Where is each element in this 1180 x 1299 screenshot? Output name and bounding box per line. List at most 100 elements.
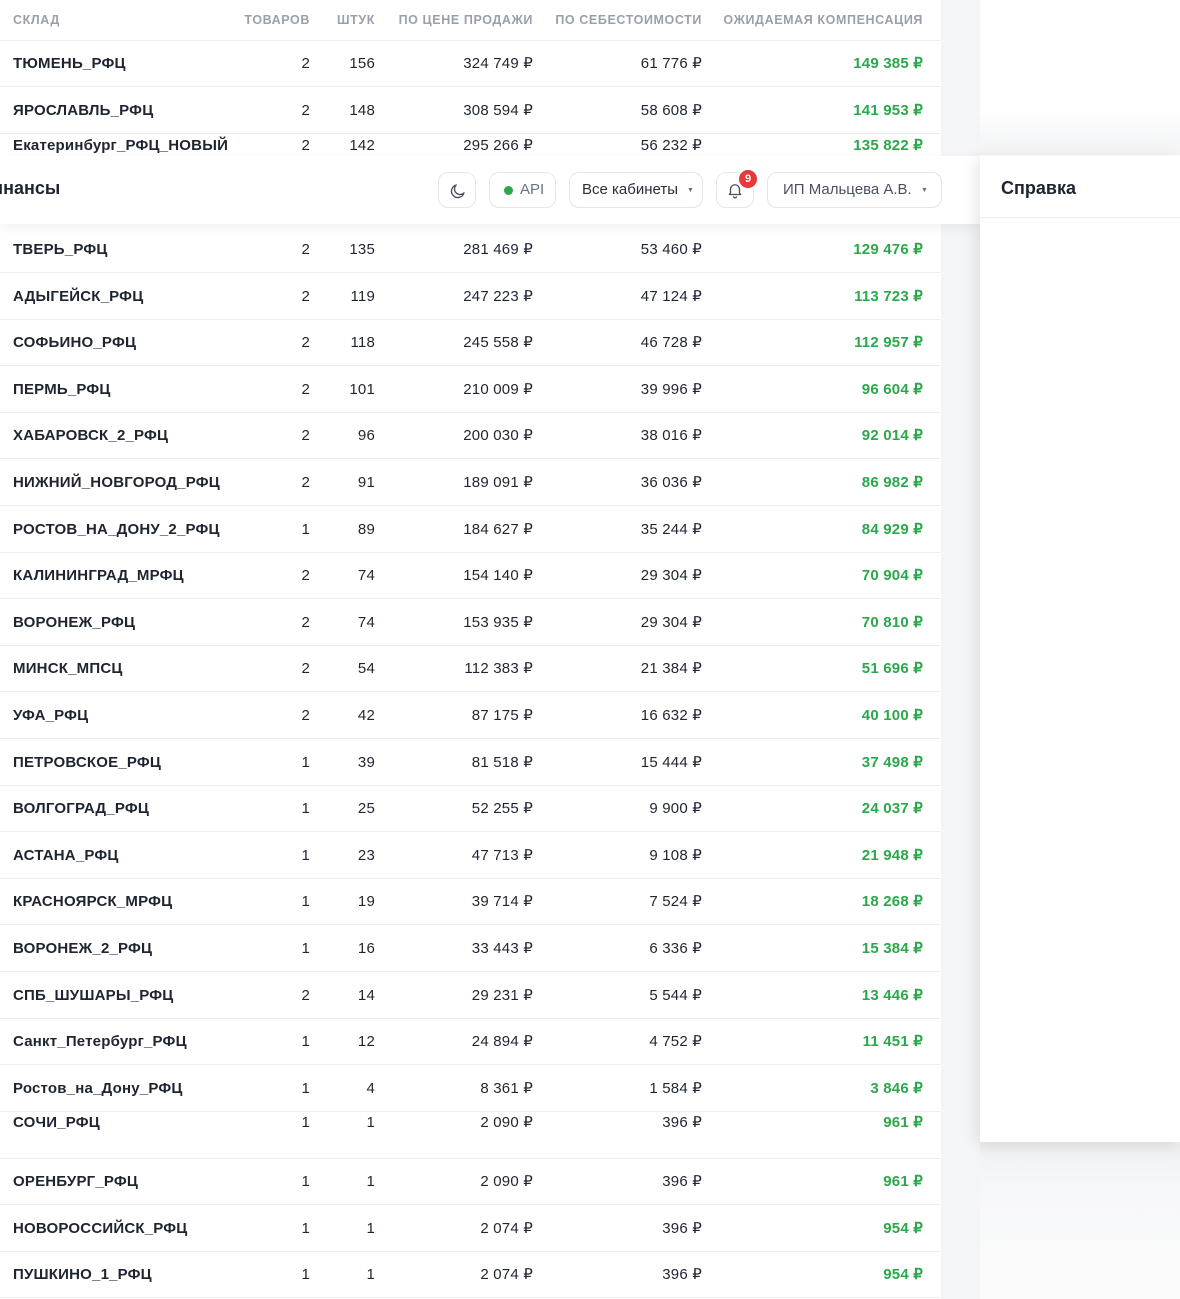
sale-price-total: 324 749 ₽ <box>463 55 533 72</box>
sale-price-total: 39 714 ₽ <box>471 893 533 911</box>
expected-compensation: 92 014 ₽ <box>861 427 923 445</box>
pieces-count: 23 <box>357 846 375 864</box>
table-row[interactable]: СОЧИ_РФЦ 1 1 2 090 ₽ 396 ₽ 961 ₽ <box>0 1112 941 1140</box>
user-menu-dropdown[interactable]: ИП Мальцева А.В. ▼ <box>767 172 942 208</box>
table-row[interactable]: Ростов_на_Дону_РФЦ 1 4 8 361 ₽ 1 584 ₽ 3 846 … <box>0 1066 941 1112</box>
table-row[interactable]: ТВЕРЬ_РФЦ 2 135 281 469 ₽ 53 460 ₽ 129 476 ₽ <box>0 227 941 273</box>
table-row[interactable]: СОФЬИНО_РФЦ 2 118 245 558 ₽ 46 728 ₽ 112 957 … <box>0 320 941 367</box>
expected-compensation: 84 929 ₽ <box>861 520 923 538</box>
sale-price-total: 2 074 ₽ <box>480 1219 533 1237</box>
pieces-count: 118 <box>350 334 375 352</box>
help-panel: Справка <box>980 156 1180 1142</box>
expected-compensation: 11 451 ₽ <box>862 1033 923 1051</box>
items-count: 2 <box>301 137 310 155</box>
table-row[interactable]: СПБ_ШУШАРЫ_РФЦ 2 14 29 231 ₽ 5 544 ₽ 13 446 ₽ <box>0 973 941 1019</box>
table-row[interactable]: ВОРОНЕЖ_2_РФЦ 1 16 33 443 ₽ 6 336 ₽ 15 384 ₽ <box>0 926 941 972</box>
pieces-count: 19 <box>357 893 375 911</box>
items-count: 1 <box>301 1033 310 1051</box>
table-row[interactable]: ЯРОСЛАВЛЬ_РФЦ 2 148 308 594 ₽ 58 608 ₽ 141 95… <box>0 88 941 134</box>
items-count: 2 <box>301 567 310 585</box>
items-count: 1 <box>301 1079 310 1097</box>
warehouse-name: АДЫГЕЙСК_РФЦ <box>13 287 144 305</box>
expected-compensation: 70 810 ₽ <box>861 613 923 631</box>
table-row[interactable]: КРАСНОЯРСК_МРФЦ 1 19 39 714 ₽ 7 524 ₽ 18 268 … <box>0 879 941 926</box>
table-row[interactable]: ПУШКИНО_1_РФЦ 1 1 2 074 ₽ 396 ₽ 954 ₽ <box>0 1252 941 1299</box>
table-row[interactable]: НОВОРОССИЙСК_РФЦ 1 1 2 074 ₽ 396 ₽ 954 ₽ <box>0 1206 941 1252</box>
cost-price-total: 35 244 ₽ <box>640 520 702 538</box>
table-row[interactable]: ВОРОНЕЖ_РФЦ 2 74 153 935 ₽ 29 304 ₽ 70 810 ₽ <box>0 600 941 646</box>
col-header-warehouse[interactable]: СКЛАД <box>13 0 60 40</box>
pieces-count: 39 <box>357 753 375 771</box>
pieces-count: 91 <box>357 474 375 491</box>
items-count: 1 <box>301 940 310 957</box>
expected-compensation: 141 953 ₽ <box>853 101 923 119</box>
api-status-button[interactable]: API <box>489 172 556 208</box>
items-count: 2 <box>301 986 310 1004</box>
col-header-items[interactable]: ТОВАРОВ <box>244 0 310 40</box>
sale-price-total: 281 469 ₽ <box>463 241 533 258</box>
sale-price-total: 200 030 ₽ <box>463 427 533 445</box>
table-row[interactable]: АСТАНА_РФЦ 1 23 47 713 ₽ 9 108 ₽ 21 948 ₽ <box>0 833 941 879</box>
table-row[interactable]: МИНСК_МПСЦ 2 54 112 383 ₽ 21 384 ₽ 51 696 ₽ <box>0 646 941 693</box>
cost-price-total: 9 108 ₽ <box>649 846 702 864</box>
cabinets-dropdown[interactable]: Все кабинеты ▼ <box>569 172 703 208</box>
col-header-compensation[interactable]: ОЖИДАЕМАЯ КОМПЕНСАЦИЯ <box>723 0 923 40</box>
expected-compensation: 18 268 ₽ <box>861 893 923 911</box>
sale-price-total: 247 223 ₽ <box>463 287 533 305</box>
table-row[interactable]: ОРЕНБУРГ_РФЦ 1 1 2 090 ₽ 396 ₽ 961 ₽ <box>0 1159 941 1205</box>
col-header-pieces[interactable]: ШТУК <box>337 0 375 40</box>
col-header-cost-price[interactable]: ПО СЕБЕСТОИМОСТИ <box>555 0 702 40</box>
warehouse-name: ЯРОСЛАВЛЬ_РФЦ <box>13 101 154 119</box>
theme-toggle-button[interactable] <box>438 172 476 208</box>
warehouse-name: ХАБАРОВСК_2_РФЦ <box>13 427 169 445</box>
sale-price-total: 81 518 ₽ <box>471 753 533 771</box>
table-row[interactable]: ХАБАРОВСК_2_РФЦ 2 96 200 030 ₽ 38 016 ₽ 92 01… <box>0 413 941 460</box>
warehouse-name: ВОРОНЕЖ_РФЦ <box>13 613 136 631</box>
cost-price-total: 396 ₽ <box>662 1266 702 1284</box>
sale-price-total: 33 443 ₽ <box>471 940 533 957</box>
cost-price-total: 38 016 ₽ <box>640 427 702 445</box>
table-row[interactable]: РОСТОВ_НА_ДОНУ_2_РФЦ 1 89 184 627 ₽ 35 244 ₽… <box>0 507 941 553</box>
items-count: 1 <box>301 520 310 538</box>
user-name: ИП Мальцева А.В. <box>783 181 912 198</box>
cost-price-total: 15 444 ₽ <box>640 753 702 771</box>
cost-price-total: 1 584 ₽ <box>649 1079 702 1097</box>
sale-price-total: 2 074 ₽ <box>480 1266 533 1284</box>
items-count: 1 <box>301 1219 310 1237</box>
cost-price-total: 7 524 ₽ <box>649 893 702 911</box>
warehouse-name: КРАСНОЯРСК_МРФЦ <box>13 893 173 911</box>
table-row[interactable]: КАЛИНИНГРАД_МРФЦ 2 74 154 140 ₽ 29 304 ₽ 70 9… <box>0 553 941 600</box>
table-row[interactable]: НИЖНИЙ_НОВГОРОД_РФЦ 2 91 189 091 ₽ 36 036 ₽ 8… <box>0 460 941 506</box>
pieces-count: 1 <box>366 1266 375 1284</box>
pieces-count: 1 <box>366 1173 375 1190</box>
table-row[interactable]: УФА_РФЦ 2 42 87 175 ₽ 16 632 ₽ 40 100 ₽ <box>0 693 941 739</box>
table-row[interactable]: ПЕРМЬ_РФЦ 2 101 210 009 ₽ 39 996 ₽ 96 604 ₽ <box>0 367 941 413</box>
warehouse-name: НИЖНИЙ_НОВГОРОД_РФЦ <box>13 474 220 491</box>
warehouse-name: СПБ_ШУШАРЫ_РФЦ <box>13 986 174 1004</box>
caret-down-icon: ▼ <box>687 187 694 194</box>
table-row[interactable]: ВОЛГОГРАД_РФЦ 1 25 52 255 ₽ 9 900 ₽ 24 037 ₽ <box>0 786 941 833</box>
table-row[interactable]: АДЫГЕЙСК_РФЦ 2 119 247 223 ₽ 47 124 ₽ 113 723… <box>0 274 941 320</box>
items-count: 2 <box>301 613 310 631</box>
cost-price-total: 5 544 ₽ <box>649 986 702 1004</box>
cost-price-total: 29 304 ₽ <box>640 567 702 585</box>
sale-price-total: 47 713 ₽ <box>471 846 533 864</box>
items-count: 2 <box>301 474 310 491</box>
sale-price-total: 184 627 ₽ <box>463 520 533 538</box>
expected-compensation: 24 037 ₽ <box>861 800 923 818</box>
col-header-sale-price[interactable]: ПО ЦЕНЕ ПРОДАЖИ <box>399 0 533 40</box>
expected-compensation: 112 957 ₽ <box>854 334 923 352</box>
table-row[interactable]: ТЮМЕНЬ_РФЦ 2 156 324 749 ₽ 61 776 ₽ 149 385 ₽ <box>0 41 941 87</box>
cost-price-total: 396 ₽ <box>662 1219 702 1237</box>
expected-compensation: 961 ₽ <box>883 1173 923 1190</box>
expected-compensation: 40 100 ₽ <box>861 707 923 724</box>
table-row[interactable]: Екатеринбург_РФЦ_НОВЫЙ 2 142 295 266 ₽ 56 23… <box>0 134 941 157</box>
table-row[interactable]: Санкт_Петербург_РФЦ 1 12 24 894 ₽ 4 752 ₽ 11 … <box>0 1019 941 1066</box>
warehouse-name: Екатеринбург_РФЦ_НОВЫЙ <box>13 137 229 155</box>
sale-price-total: 2 090 ₽ <box>480 1114 533 1132</box>
sale-price-total: 189 091 ₽ <box>463 474 533 491</box>
pieces-count: 54 <box>357 660 375 678</box>
pieces-count: 1 <box>366 1219 375 1237</box>
table-row[interactable]: ПЕТРОВСКОЕ_РФЦ 1 39 81 518 ₽ 15 444 ₽ 37 498 … <box>0 740 941 786</box>
sale-price-total: 154 140 ₽ <box>463 567 533 585</box>
